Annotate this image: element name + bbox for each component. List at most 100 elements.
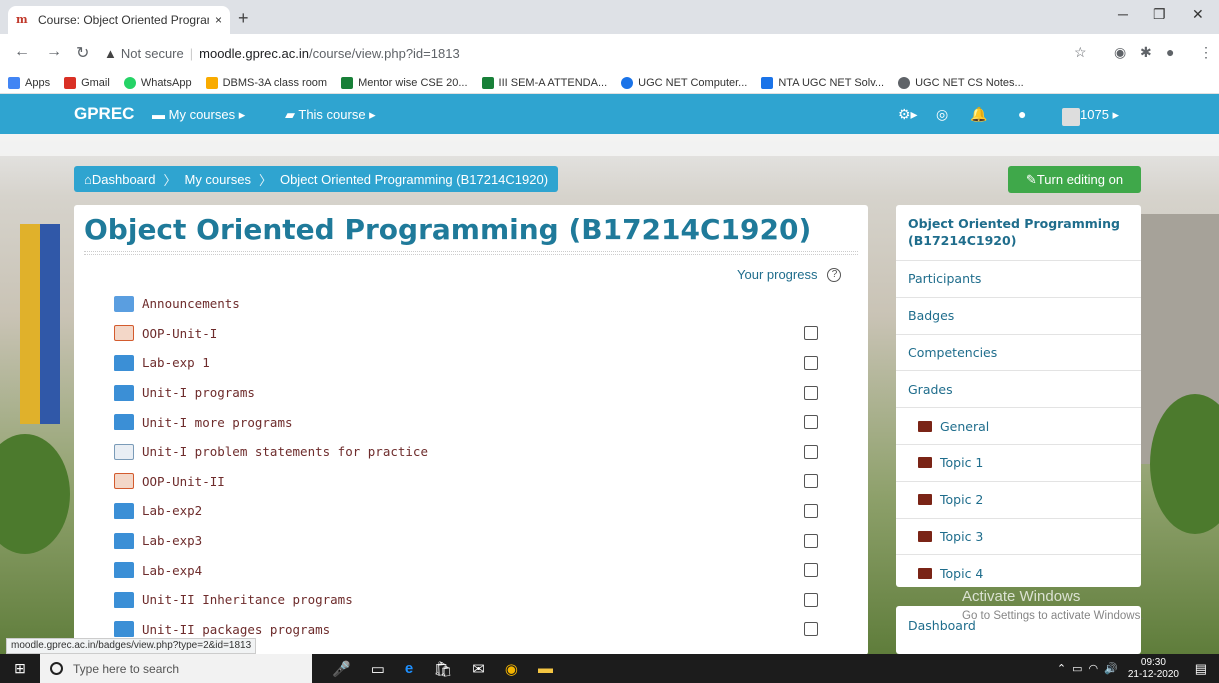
mail-icon[interactable]: ✉	[472, 660, 485, 678]
edit-button-label: Turn editing on	[1036, 172, 1124, 187]
puzzle-icon[interactable]: ✱	[1140, 44, 1152, 61]
window-close-icon[interactable]: ✕	[1192, 6, 1204, 23]
completion-checkbox[interactable]	[804, 533, 818, 548]
completion-checkbox[interactable]	[804, 503, 818, 518]
activity-link[interactable]: OOP-Unit-I	[142, 326, 217, 341]
edge-icon[interactable]: e	[405, 660, 413, 677]
bookmark-item[interactable]: WhatsApp	[123, 76, 192, 89]
browser-tab[interactable]: m Course: Object Oriented Program ×	[8, 6, 230, 34]
completion-checkbox[interactable]	[804, 415, 818, 430]
nav-block-item[interactable]: Participants	[896, 261, 1141, 298]
breadcrumb-my-courses[interactable]: My courses	[184, 172, 250, 187]
activity-link[interactable]: Lab-exp4	[142, 563, 202, 578]
extension-icon[interactable]: ◉	[1114, 44, 1126, 61]
menu-dots-icon[interactable]: ⋮	[1199, 44, 1213, 61]
nav-block-item[interactable]: Topic 2	[896, 482, 1141, 519]
bookmark-item[interactable]: DBMS-3A class room	[205, 76, 327, 89]
nav-block-item-label: General	[940, 418, 990, 434]
this-course-menu[interactable]: ▰ This course ▸	[285, 107, 376, 123]
my-courses-menu[interactable]: ▬ My courses ▸	[152, 107, 245, 123]
completion-checkbox[interactable]	[804, 622, 818, 637]
profile-avatar[interactable]: ●	[1166, 44, 1174, 60]
activity-link[interactable]: Unit-II packages programs	[142, 622, 330, 637]
folder-icon	[114, 384, 134, 401]
bookmark-star-icon[interactable]: ☆	[1074, 44, 1087, 61]
nav-block-item[interactable]: Competencies	[896, 335, 1141, 372]
chrome-icon[interactable]: ◉	[505, 660, 518, 678]
forward-icon[interactable]: →	[46, 43, 62, 61]
breadcrumb-course[interactable]: Object Oriented Programming (B17214C1920…	[280, 172, 548, 187]
user-menu[interactable]: 1075 ▸	[1080, 107, 1119, 123]
chevron-up-icon[interactable]: ⌃	[1057, 662, 1066, 675]
course-nav-block: Object Oriented Programming (B17214C1920…	[896, 205, 1141, 587]
nav-block-item[interactable]: Topic 3	[896, 519, 1141, 556]
minimize-icon[interactable]: ─	[1118, 6, 1128, 22]
store-icon[interactable]: 🛍	[433, 660, 452, 678]
activity-link[interactable]: Unit-I problem statements for practice	[142, 444, 428, 459]
clock-time: 09:30	[1140, 656, 1166, 668]
action-center-icon[interactable]: ▤	[1195, 661, 1207, 677]
clock[interactable]: 09:30 21-12-2020	[1128, 657, 1179, 681]
breadcrumb-dashboard[interactable]: Dashboard	[92, 172, 156, 187]
volume-icon[interactable]: 🔊	[1104, 662, 1118, 675]
list-item: Lab-exp4	[114, 555, 834, 585]
completion-checkbox[interactable]	[804, 444, 818, 459]
avatar[interactable]	[1062, 108, 1080, 126]
completion-checkbox[interactable]	[804, 326, 818, 341]
header-strip	[0, 134, 1219, 156]
restore-icon[interactable]: ❐	[1153, 6, 1166, 23]
activity-link[interactable]: Unit-I programs	[142, 385, 255, 400]
ppt-icon	[114, 325, 134, 342]
nav-block-item[interactable]: Grades	[896, 371, 1141, 409]
activity-link[interactable]: Lab-exp 1	[142, 355, 210, 370]
bookmark-item[interactable]: UGC NET CS Notes...	[898, 76, 1024, 89]
completion-checkbox[interactable]	[804, 474, 818, 489]
home-icon: ⌂	[84, 171, 92, 187]
completion-checkbox[interactable]	[804, 592, 818, 607]
turn-editing-on-button[interactable]: ✎ Turn editing on	[1008, 166, 1141, 193]
forum-icon	[114, 295, 134, 312]
bookmark-item[interactable]: Apps	[8, 76, 50, 89]
help-icon[interactable]: ?	[827, 267, 842, 282]
windows-start-icon[interactable]: ⊞	[0, 654, 40, 683]
bookmark-item[interactable]: III SEM-A ATTENDA...	[481, 76, 607, 89]
sheets-icon	[341, 76, 354, 89]
completion-checkbox[interactable]	[804, 563, 818, 578]
folder-icon	[918, 530, 932, 542]
page-icon	[761, 76, 774, 89]
activity-link[interactable]: Lab-exp3	[142, 533, 202, 548]
taskbar-search-input[interactable]: Type here to search	[40, 654, 312, 683]
bookmark-item[interactable]: UGC NET Computer...	[621, 76, 747, 89]
nav-block-item[interactable]: Topic 1	[896, 445, 1141, 482]
target-icon[interactable]: ◎	[936, 106, 948, 123]
completion-checkbox[interactable]	[804, 355, 818, 370]
nav-block-title[interactable]: Object Oriented Programming (B17214C1920…	[896, 205, 1141, 261]
network-icon[interactable]: ▭	[1072, 662, 1082, 675]
folder-icon	[918, 494, 932, 506]
wifi-icon[interactable]: ◠	[1089, 662, 1099, 675]
bookmark-item[interactable]: NTA UGC NET Solv...	[761, 76, 884, 89]
bookmark-item[interactable]: Gmail	[64, 76, 110, 89]
activity-link[interactable]: Announcements	[142, 296, 240, 311]
microphone-icon[interactable]: 🎤	[332, 660, 351, 678]
nav-block-item[interactable]: Topic 4	[896, 555, 1141, 587]
new-tab-button[interactable]: +	[238, 8, 249, 29]
back-icon[interactable]: ←	[14, 43, 30, 61]
bookmark-item[interactable]: Mentor wise CSE 20...	[341, 76, 468, 89]
completion-checkbox[interactable]	[804, 385, 818, 400]
messages-icon[interactable]: ●	[1018, 106, 1026, 122]
nav-block-item[interactable]: Badges	[896, 298, 1141, 335]
notification-bell-icon[interactable]: 🔔	[970, 106, 987, 123]
activity-link[interactable]: Unit-II Inheritance programs	[142, 592, 353, 607]
settings-gear-icon[interactable]: ⚙▸	[898, 106, 918, 123]
url-input[interactable]: ▲ Not secure | moodle.gprec.ac.in/course…	[104, 40, 1104, 66]
reload-icon[interactable]: ↻	[76, 43, 89, 63]
tab-close-icon[interactable]: ×	[215, 13, 222, 27]
file-explorer-icon[interactable]: ▬	[538, 660, 553, 677]
activity-link[interactable]: OOP-Unit-II	[142, 474, 225, 489]
site-brand[interactable]: GPREC	[74, 104, 134, 124]
activity-link[interactable]: Lab-exp2	[142, 503, 202, 518]
nav-block-item[interactable]: General	[896, 408, 1141, 445]
task-view-icon[interactable]: ▭	[371, 660, 385, 678]
activity-link[interactable]: Unit-I more programs	[142, 415, 293, 430]
